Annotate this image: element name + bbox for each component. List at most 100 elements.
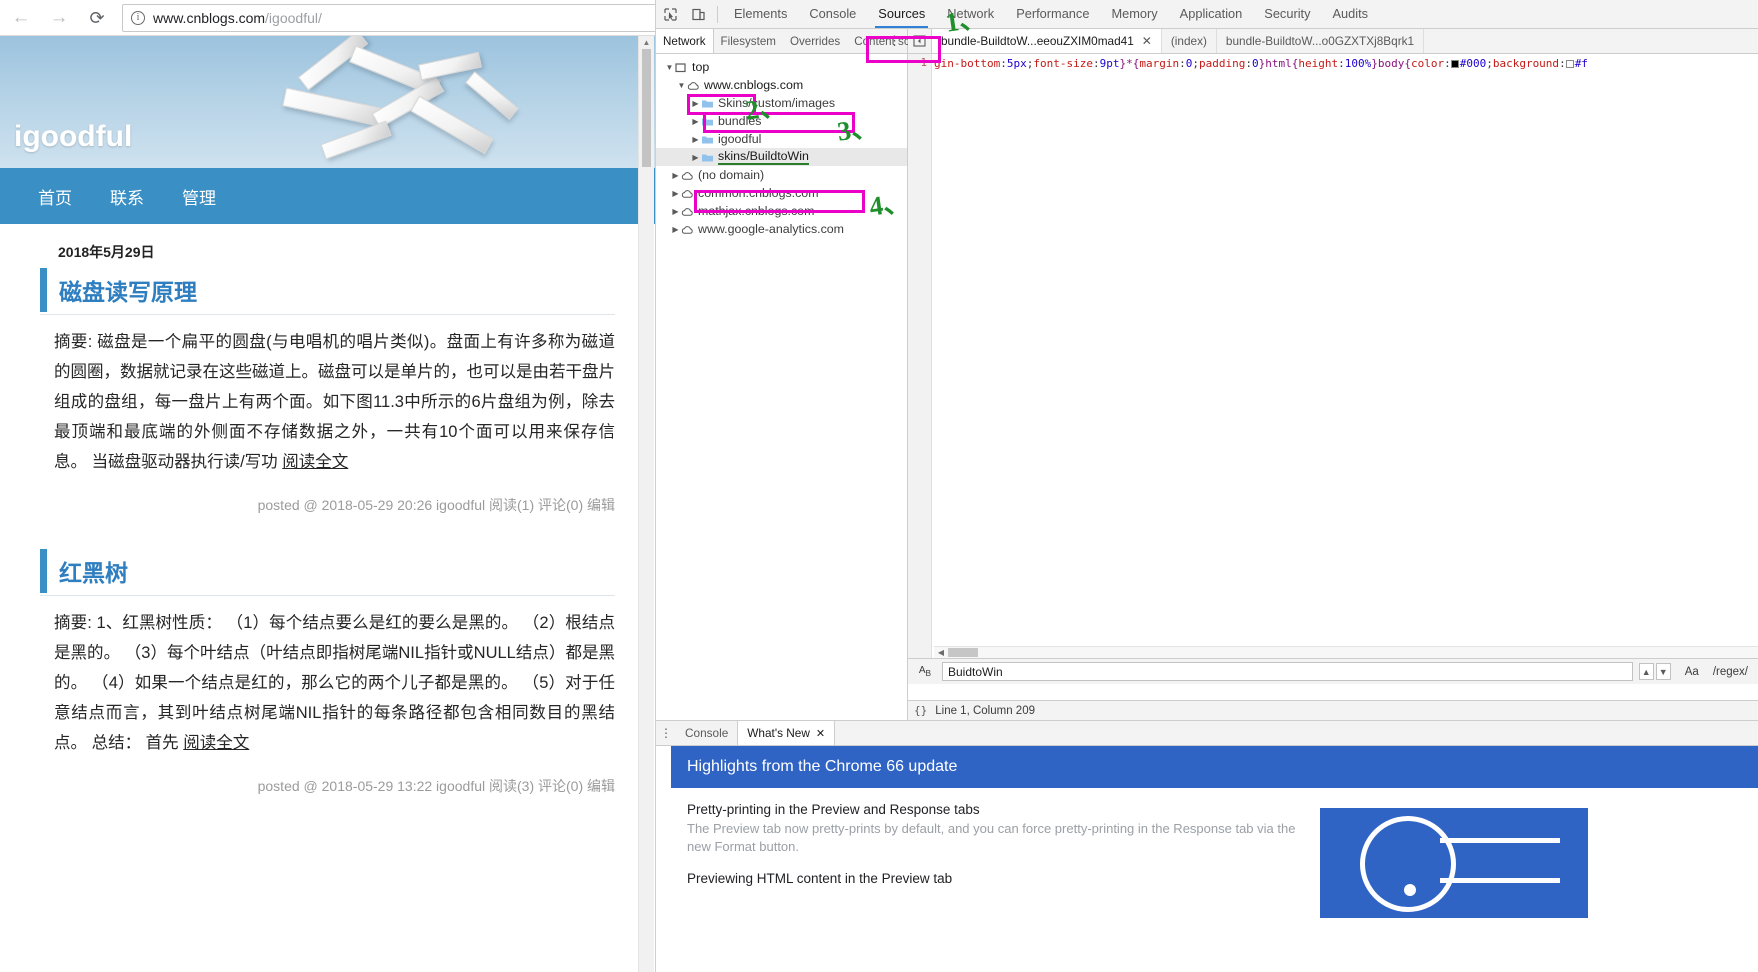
annotation-mark-1: 1、 <box>943 2 988 38</box>
post-entry: 红黑树 摘要: 1、红黑树性质： （1）每个结点要么是红的要么是黑的。 （2）根… <box>40 549 615 796</box>
triangle-right-icon[interactable]: ▶ <box>670 207 681 216</box>
post-title-link[interactable]: 磁盘读写原理 <box>59 273 197 307</box>
triangle-right-icon[interactable]: ▶ <box>670 189 681 198</box>
nav-item-manage[interactable]: 管理 <box>182 184 216 209</box>
devtools-drawer: ⋮ Console What's New ✕ Highlights from t… <box>656 720 1758 972</box>
cloud-icon <box>687 80 704 91</box>
match-case-icon: AB <box>918 664 932 678</box>
subtab-filesystem[interactable]: Filesystem <box>714 29 783 53</box>
triangle-right-icon[interactable]: ▶ <box>690 153 701 162</box>
annotation-mark-2: 2、 <box>743 90 788 126</box>
inspect-element-icon[interactable] <box>656 0 684 28</box>
tab-audits[interactable]: Audits <box>1322 0 1380 28</box>
folder-icon <box>701 98 718 109</box>
post-entry: 2018年5月29日 磁盘读写原理 摘要: 磁盘是一个扁平的圆盘(与电唱机的唱片… <box>40 242 615 515</box>
find-bar: AB BuidtoWin ▲ ▼ Aa /regex/ <box>908 658 1758 684</box>
device-toolbar-icon[interactable] <box>684 0 712 28</box>
editor-tab-index[interactable]: (index) <box>1162 29 1217 53</box>
frame-icon <box>675 62 692 73</box>
tab-elements[interactable]: Elements <box>723 0 798 28</box>
post-title-link[interactable]: 红黑树 <box>59 554 128 588</box>
tree-item-no-domain[interactable]: ▶ (no domain) <box>656 166 907 184</box>
annotation-mark-3: 3、 <box>835 111 880 147</box>
css-property: padding <box>1198 57 1246 70</box>
pretty-print-icon[interactable]: {} <box>914 704 927 717</box>
folder-icon <box>701 116 718 127</box>
blog-banner: igoodful <box>0 36 655 168</box>
css-value: #000 <box>1459 57 1487 70</box>
forward-arrow-icon[interactable]: → <box>42 3 76 33</box>
css-property: gin-bottom <box>934 57 1001 70</box>
regex-button[interactable]: /regex/ <box>1709 666 1752 678</box>
show-navigator-icon[interactable] <box>908 29 932 53</box>
drawer-tab-console[interactable]: Console <box>676 721 737 745</box>
reload-icon[interactable]: ⟳ <box>80 3 114 33</box>
css-selector: }body{ <box>1371 57 1411 70</box>
triangle-right-icon[interactable]: ▶ <box>690 99 701 108</box>
scroll-left-arrow-icon[interactable]: ◀ <box>934 648 948 657</box>
css-value: #f <box>1574 57 1588 70</box>
match-case-button[interactable]: Aa <box>1681 666 1703 678</box>
read-more-link[interactable]: 阅读全文 <box>183 734 249 752</box>
tree-item-www-google-analytics-com[interactable]: ▶ www.google-analytics.com <box>656 220 907 238</box>
tab-security[interactable]: Security <box>1253 0 1321 28</box>
post-summary-text: 摘要: 1、红黑树性质： （1）每个结点要么是红的要么是黑的。 （2）根结点是黑… <box>54 614 615 753</box>
whats-new-item: Pretty-printing in the Preview and Respo… <box>671 788 1758 857</box>
triangle-down-icon[interactable]: ▼ <box>676 81 687 90</box>
post-list: 2018年5月29日 磁盘读写原理 摘要: 磁盘是一个扁平的圆盘(与电唱机的唱片… <box>0 224 655 796</box>
color-swatch-black[interactable] <box>1450 60 1459 68</box>
tree-item-skins-buildtowin[interactable]: ▶ skins/BuildtoWin <box>656 148 907 166</box>
tab-console[interactable]: Console <box>798 0 867 28</box>
search-input[interactable]: BuidtoWin <box>942 662 1633 681</box>
post-summary: 摘要: 磁盘是一个扁平的圆盘(与电唱机的唱片类似)。盘面上有许多称为磁道的圆圈，… <box>54 327 615 477</box>
subtab-network[interactable]: Network <box>656 29 714 53</box>
scrollbar-thumb[interactable] <box>948 648 978 657</box>
url-path: /igoodful/ <box>265 9 322 26</box>
tree-item-top[interactable]: ▼ top <box>656 58 907 76</box>
page-scrollbar[interactable]: ▲ <box>638 36 654 972</box>
nav-item-home[interactable]: 首页 <box>38 184 72 209</box>
css-selector: }*{ <box>1119 57 1140 70</box>
tree-label: top <box>692 60 710 74</box>
kebab-menu-icon[interactable]: ⋮ <box>656 721 676 745</box>
post-meta: posted @ 2018-05-29 20:26 igoodful 阅读(1)… <box>257 497 615 514</box>
sources-editor: bundle-BuildtoW...eeouZXIM0mad41 ✕ (inde… <box>908 29 1758 720</box>
kebab-menu-icon[interactable]: ⋮ <box>888 33 901 49</box>
find-navigation: ▲ ▼ <box>1638 663 1671 680</box>
chevron-down-icon[interactable]: ▼ <box>1655 663 1671 680</box>
back-arrow-icon[interactable]: ← <box>4 3 38 33</box>
triangle-right-icon[interactable]: ▶ <box>670 171 681 180</box>
triangle-right-icon[interactable]: ▶ <box>690 117 701 126</box>
blog-navbar: 首页 联系 管理 <box>0 168 655 224</box>
info-icon[interactable]: i <box>131 10 145 25</box>
screenshot-root: ← → ⟳ i www.cnblogs.com/igoodful/ igoodf… <box>0 0 1758 972</box>
subtab-overrides[interactable]: Overrides <box>783 29 847 53</box>
tab-performance[interactable]: Performance <box>1005 0 1100 28</box>
triangle-down-icon[interactable]: ▼ <box>664 63 675 72</box>
css-value: 100% <box>1344 57 1372 70</box>
cloud-icon <box>681 188 698 199</box>
close-icon[interactable]: ✕ <box>1142 34 1152 48</box>
triangle-right-icon[interactable]: ▶ <box>670 225 681 234</box>
drawer-tab-bar: ⋮ Console What's New ✕ <box>656 721 1758 746</box>
code-viewer[interactable]: 1 gin-bottom:5px;font-size:9pt}*{margin:… <box>908 54 1758 658</box>
color-swatch-white[interactable] <box>1565 60 1574 68</box>
tab-sources[interactable]: Sources <box>867 0 936 28</box>
editor-tab-bundle-second[interactable]: bundle-BuildtoW...o0GZXTXj8Bqrk1 <box>1217 29 1425 53</box>
post-header: 红黑树 <box>40 549 615 594</box>
css-property: background <box>1492 57 1560 70</box>
drawer-tab-whats-new[interactable]: What's New ✕ <box>737 721 836 745</box>
tab-memory[interactable]: Memory <box>1100 0 1168 28</box>
tab-application[interactable]: Application <box>1169 0 1254 28</box>
nav-item-contact[interactable]: 联系 <box>110 184 144 209</box>
chevron-up-icon[interactable]: ▲ <box>1638 663 1654 680</box>
scroll-up-arrow-icon[interactable]: ▲ <box>639 36 654 47</box>
tree-label: common.cnblogs.com <box>698 186 819 200</box>
scrollbar-thumb[interactable] <box>642 49 651 167</box>
close-icon[interactable]: ✕ <box>816 727 825 740</box>
read-more-link[interactable]: 阅读全文 <box>282 453 348 471</box>
post-accent-bar <box>40 549 47 594</box>
css-value: 9pt <box>1099 57 1120 70</box>
triangle-right-icon[interactable]: ▶ <box>690 135 701 144</box>
editor-horizontal-scrollbar[interactable]: ◀ <box>934 646 1758 658</box>
